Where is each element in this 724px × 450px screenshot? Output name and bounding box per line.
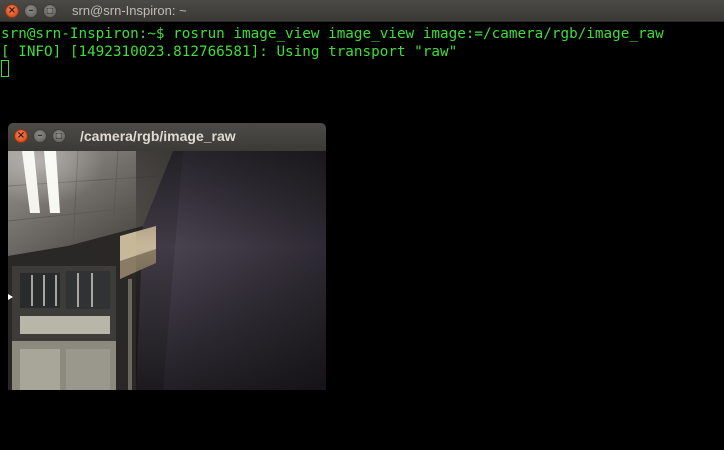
camera-feed-image[interactable] — [8, 151, 326, 390]
image-window-titlebar[interactable]: × – □ /camera/rgb/image_raw — [8, 123, 326, 151]
image-window-close-icon[interactable]: × — [14, 129, 28, 143]
terminal-command-line: srn@srn-Inspiron:~$ rosrun image_view im… — [1, 26, 664, 42]
terminal-title: srn@srn-Inspiron: ~ — [72, 3, 187, 18]
terminal-maximize-icon[interactable]: □ — [43, 4, 57, 18]
terminal-titlebar[interactable]: × – □ srn@srn-Inspiron: ~ — [0, 0, 724, 22]
image-window-maximize-icon[interactable]: □ — [52, 129, 66, 143]
terminal-info-line: [ INFO] [1492310023.812766581]: Using tr… — [1, 44, 458, 60]
image-view-window[interactable]: × – □ /camera/rgb/image_raw — [8, 123, 326, 390]
terminal-close-icon[interactable]: × — [5, 4, 19, 18]
terminal-minimize-icon[interactable]: – — [24, 4, 38, 18]
image-window-minimize-icon[interactable]: – — [33, 129, 47, 143]
image-window-title: /camera/rgb/image_raw — [80, 128, 236, 144]
terminal-cursor — [1, 60, 9, 77]
